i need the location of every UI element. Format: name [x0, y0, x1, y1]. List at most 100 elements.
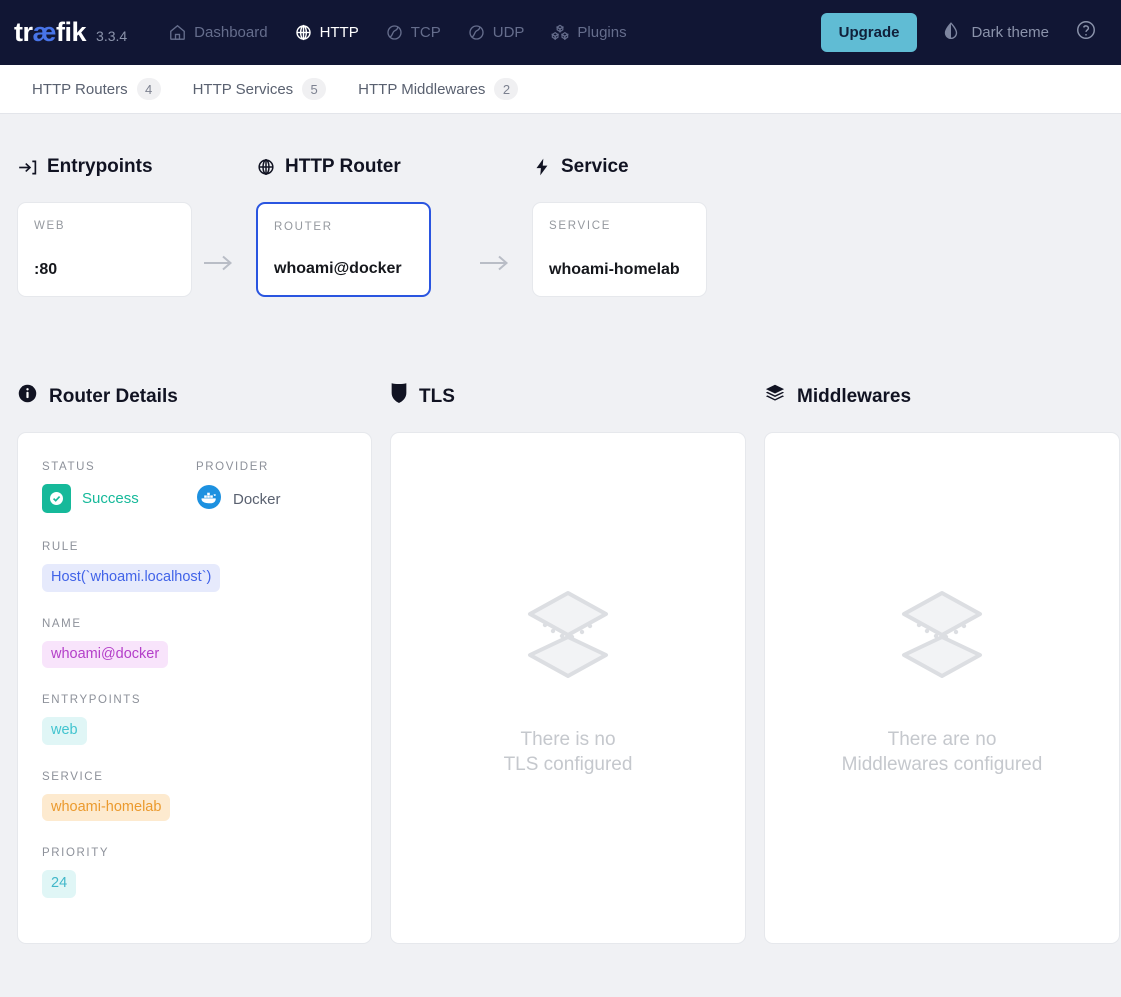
entrypoints-chip: web [42, 717, 87, 745]
nav-item-http[interactable]: HTTP [281, 0, 372, 65]
version-label: 3.3.4 [96, 28, 127, 44]
routing-flow-diagram: Entrypoints WEB :80 HTTP Router ROUTER w… [0, 114, 1121, 297]
logo-prefix: tr [14, 17, 33, 47]
entrypoints-title-label: Entrypoints [47, 156, 153, 178]
stacked-layers-icon [520, 581, 616, 694]
tab-label-http-middlewares: HTTP Middlewares [358, 81, 485, 98]
middlewares-empty-text: There are no Middlewares configured [842, 728, 1043, 777]
nav-item-dashboard[interactable]: Dashboard [155, 0, 280, 65]
arrow-entrypoint-to-router [200, 251, 240, 280]
entrypoint-card-value: :80 [34, 261, 175, 279]
help-button[interactable] [1059, 19, 1107, 46]
router-card-value: whoami@docker [274, 260, 413, 278]
entrypoints-block: ENTRYPOINTS web [42, 694, 347, 745]
dark-theme-toggle[interactable]: Dark theme [931, 21, 1059, 45]
home-icon [168, 23, 187, 42]
middlewares-title-label: Middlewares [797, 386, 911, 408]
main-nav: Dashboard HTTP TCP [155, 0, 639, 65]
resource-tab-bar: HTTP Routers 4 HTTP Services 5 HTTP Midd… [0, 65, 1121, 114]
tab-http-services[interactable]: HTTP Services 5 [177, 65, 343, 114]
provider-value-line: Docker [196, 484, 281, 515]
status-provider-row: STATUS Success PROVIDER [42, 461, 347, 541]
http-router-title-label: HTTP Router [285, 156, 401, 178]
status-check-icon [42, 484, 71, 513]
http-router-section-title: HTTP Router [256, 156, 532, 178]
entrypoints-section-title: Entrypoints [17, 156, 256, 178]
status-label: STATUS [42, 461, 196, 473]
tcp-icon [385, 23, 404, 42]
provider-block: PROVIDER [196, 461, 281, 515]
middlewares-empty-state: There are no Middlewares configured [765, 433, 1119, 943]
service-card-whoami-homelab[interactable]: SERVICE whoami-homelab [532, 202, 707, 297]
status-value-line: Success [42, 484, 196, 513]
name-block: NAME whoami@docker [42, 618, 347, 669]
tab-http-middlewares[interactable]: HTTP Middlewares 2 [342, 65, 534, 114]
service-block: SERVICE whoami-homelab [42, 771, 347, 822]
entrypoint-card-web[interactable]: WEB :80 [17, 202, 192, 297]
shield-icon [390, 383, 408, 410]
dark-theme-label: Dark theme [971, 24, 1049, 41]
router-details-panel: Router Details STATUS Success [17, 383, 372, 944]
service-label: SERVICE [42, 771, 347, 783]
rule-label: RULE [42, 541, 347, 553]
nav-item-tcp[interactable]: TCP [372, 0, 454, 65]
nav-label-dashboard: Dashboard [194, 24, 267, 41]
top-navigation-bar: træfik 3.3.4 Dashboard HTTP [0, 0, 1121, 65]
droplet-half-icon [941, 21, 961, 45]
tab-http-routers[interactable]: HTTP Routers 4 [16, 65, 177, 114]
nav-item-plugins[interactable]: Plugins [537, 0, 639, 65]
arrow-router-to-service [476, 251, 516, 280]
tab-label-http-services: HTTP Services [193, 81, 294, 98]
priority-chip: 24 [42, 870, 76, 898]
middlewares-card: There are no Middlewares configured [764, 432, 1120, 944]
nav-label-http: HTTP [320, 24, 359, 41]
flow-column-service: Service SERVICE whoami-homelab [532, 156, 808, 297]
name-chip: whoami@docker [42, 641, 168, 669]
bolt-icon [532, 157, 552, 177]
service-card-value: whoami-homelab [549, 261, 690, 279]
status-text: Success [82, 490, 139, 507]
priority-block: PRIORITY 24 [42, 847, 347, 898]
logo-wordmark: træfik [14, 19, 86, 46]
middlewares-empty-line2: Middlewares configured [842, 753, 1043, 777]
traefik-logo[interactable]: træfik 3.3.4 [14, 19, 127, 46]
router-card-label: ROUTER [274, 221, 413, 233]
detail-panels: Router Details STATUS Success [0, 383, 1121, 944]
tls-empty-text: There is no TLS configured [504, 728, 633, 777]
nav-label-udp: UDP [493, 24, 525, 41]
tls-card: There is no TLS configured [390, 432, 746, 944]
info-circle-icon [17, 383, 38, 410]
middlewares-empty-line1: There are no [842, 728, 1043, 752]
upgrade-button[interactable]: Upgrade [821, 13, 918, 52]
entrypoints-label: ENTRYPOINTS [42, 694, 347, 706]
provider-label: PROVIDER [196, 461, 281, 473]
nav-item-udp[interactable]: UDP [454, 0, 538, 65]
arrow-into-bracket-icon [17, 157, 38, 178]
middlewares-title: Middlewares [764, 383, 1120, 410]
router-details-title: Router Details [17, 383, 372, 410]
priority-label: PRIORITY [42, 847, 347, 859]
service-title-label: Service [561, 156, 629, 178]
tls-empty-line1: There is no [504, 728, 633, 752]
tls-empty-line2: TLS configured [504, 753, 633, 777]
tls-title-label: TLS [419, 386, 455, 408]
tls-panel: TLS There is no T [390, 383, 746, 944]
plugins-icon [550, 23, 570, 43]
provider-text: Docker [233, 491, 281, 508]
tab-count-http-routers: 4 [137, 78, 161, 100]
stacked-layers-icon [894, 581, 990, 694]
logo-suffix: fik [56, 17, 86, 47]
service-card-label: SERVICE [549, 220, 690, 232]
tab-count-http-services: 5 [302, 78, 326, 100]
udp-icon [467, 23, 486, 42]
globe-icon [256, 157, 276, 177]
service-section-title: Service [532, 156, 808, 178]
nav-label-tcp: TCP [411, 24, 441, 41]
router-card-whoami[interactable]: ROUTER whoami@docker [256, 202, 431, 297]
globe-icon [294, 23, 313, 42]
middlewares-panel: Middlewares There are no [764, 383, 1120, 944]
rule-block: RULE Host(`whoami.localhost`) [42, 541, 347, 592]
service-chip: whoami-homelab [42, 794, 170, 822]
tab-count-http-middlewares: 2 [494, 78, 518, 100]
entrypoint-card-label: WEB [34, 220, 175, 232]
